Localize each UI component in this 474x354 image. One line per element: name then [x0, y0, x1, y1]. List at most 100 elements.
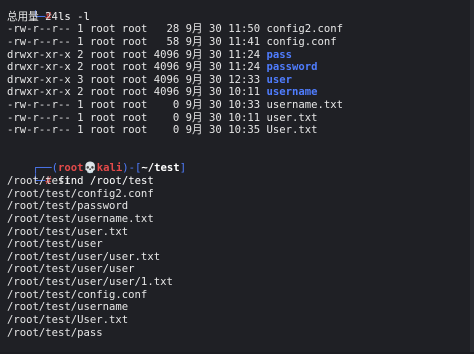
ls-output: -rw-r--r-- 1 root root 28 9月 30 11:50 co…	[7, 23, 474, 137]
owner-text: root	[89, 35, 116, 48]
time-text: 10:35	[228, 124, 261, 137]
time-text: 11:50	[228, 23, 261, 36]
find-result-line: /root/test/user/user	[7, 263, 135, 276]
find-result-line: /root/test/user/user/1.txt	[7, 276, 173, 289]
size-text: 58	[153, 35, 180, 48]
ls-row: drwxr-xr-x 2 root root 4096 9月 30 11:24 …	[7, 49, 474, 62]
links-text: 1	[77, 35, 84, 48]
find-result-line: /root/test/username.txt	[7, 212, 154, 225]
skull-icon: 💀	[83, 162, 97, 175]
permissions-text: drwxr-xr-x	[7, 73, 71, 86]
permissions-text: -rw-r--r--	[7, 111, 71, 124]
month-text: 9月	[185, 73, 203, 86]
time-text: 12:33	[228, 73, 261, 86]
group-text: root	[121, 48, 148, 61]
find-result-line: /root/test/User.txt	[7, 314, 129, 327]
size-text: 4096	[153, 48, 180, 61]
day-text: 30	[209, 61, 222, 74]
prompt-end: ]	[179, 162, 187, 175]
filename-text: password	[266, 61, 318, 74]
links-text: 2	[77, 61, 84, 74]
day-text: 30	[209, 35, 222, 48]
time-text: 11:41	[228, 35, 261, 48]
time-text: 10:11	[228, 86, 261, 99]
find-output: /root/test/root/test/config2.conf/root/t…	[7, 175, 474, 339]
owner-text: root	[89, 111, 116, 124]
time-text: 10:33	[228, 99, 261, 112]
group-text: root	[121, 111, 148, 124]
prompt-line: ┌──(root💀kali)-[~/test]	[7, 150, 474, 174]
prompt-close: )-[	[122, 162, 142, 175]
owner-text: root	[89, 124, 116, 137]
owner-text: root	[89, 61, 116, 74]
find-result-line: /root/test/user	[7, 238, 103, 251]
prompt-cwd: ~/test	[141, 162, 180, 175]
links-text: 1	[77, 99, 84, 112]
find-result-line: /root/test/config.conf	[7, 288, 148, 301]
day-text: 30	[209, 86, 222, 99]
owner-text: root	[89, 99, 116, 112]
prompt-host: kali	[96, 162, 123, 175]
permissions-text: -rw-r--r--	[7, 23, 71, 36]
month-text: 9月	[185, 111, 203, 124]
day-text: 30	[209, 48, 222, 61]
day-text: 30	[209, 99, 222, 112]
prompt-user: root	[58, 162, 84, 175]
terminal-window[interactable]: └─# ls -l 总用量 24 -rw-r--r-- 1 root root …	[0, 0, 474, 352]
group-text: root	[121, 124, 148, 137]
ls-row: -rw-r--r-- 1 root root 28 9月 30 11:50 co…	[7, 23, 474, 36]
group-text: root	[121, 86, 148, 99]
month-text: 9月	[185, 48, 203, 61]
ls-row: -rw-r--r-- 1 root root 0 9月 30 10:33 use…	[7, 99, 474, 112]
prompt-open: ┌──(	[32, 162, 59, 175]
owner-text: root	[89, 73, 116, 86]
size-text: 0	[153, 111, 180, 124]
month-text: 9月	[185, 35, 203, 48]
owner-text: root	[89, 86, 116, 99]
filename-text: username	[266, 86, 318, 99]
find-result-line: /root/test/pass	[7, 326, 103, 339]
day-text: 30	[209, 73, 222, 86]
scrollbar[interactable]	[470, 0, 474, 352]
permissions-text: -rw-r--r--	[7, 99, 71, 112]
month-text: 9月	[185, 124, 203, 137]
group-text: root	[121, 61, 148, 74]
size-text: 4096	[153, 86, 180, 99]
permissions-text: drwxr-xr-x	[7, 86, 71, 99]
day-text: 30	[209, 124, 222, 137]
links-text: 1	[77, 111, 84, 124]
ls-row: -rw-r--r-- 1 root root 0 9月 30 10:35 Use…	[7, 124, 474, 137]
size-text: 0	[153, 124, 180, 137]
owner-text: root	[89, 48, 116, 61]
filename-text: user	[266, 73, 292, 86]
size-text: 4096	[153, 73, 180, 86]
ls-command-line: └─# ls -l	[7, 0, 474, 23]
month-text: 9月	[185, 61, 203, 74]
group-text: root	[121, 99, 148, 112]
ls-row: drwxr-xr-x 2 root root 4096 9月 30 11:24 …	[7, 61, 474, 74]
find-result-line: /root/test/user/user.txt	[7, 250, 161, 263]
links-text: 2	[77, 86, 84, 99]
owner-text: root	[89, 23, 116, 36]
filename-text: config2.conf	[266, 23, 344, 36]
find-result-line: /root/test/config2.conf	[7, 187, 154, 200]
month-text: 9月	[185, 99, 203, 112]
find-result-line: /root/test/password	[7, 200, 129, 213]
group-text: root	[121, 35, 148, 48]
month-text: 9月	[185, 23, 203, 36]
filename-text: user.txt	[266, 111, 318, 124]
group-text: root	[121, 73, 148, 86]
permissions-text: drwxr-xr-x	[7, 48, 71, 61]
find-result-line: /root/test/user.txt	[7, 225, 129, 238]
ls-row: drwxr-xr-x 3 root root 4096 9月 30 12:33 …	[7, 74, 474, 87]
links-text: 3	[77, 73, 84, 86]
find-result-line: /root/test/username	[7, 301, 129, 314]
permissions-text: -rw-r--r--	[7, 35, 71, 48]
permissions-text: drwxr-xr-x	[7, 61, 71, 74]
filename-text: User.txt	[266, 124, 318, 137]
size-text: 4096	[153, 61, 180, 74]
ls-row: -rw-r--r-- 1 root root 0 9月 30 10:11 use…	[7, 112, 474, 125]
month-text: 9月	[185, 86, 203, 99]
permissions-text: -rw-r--r--	[7, 124, 71, 137]
